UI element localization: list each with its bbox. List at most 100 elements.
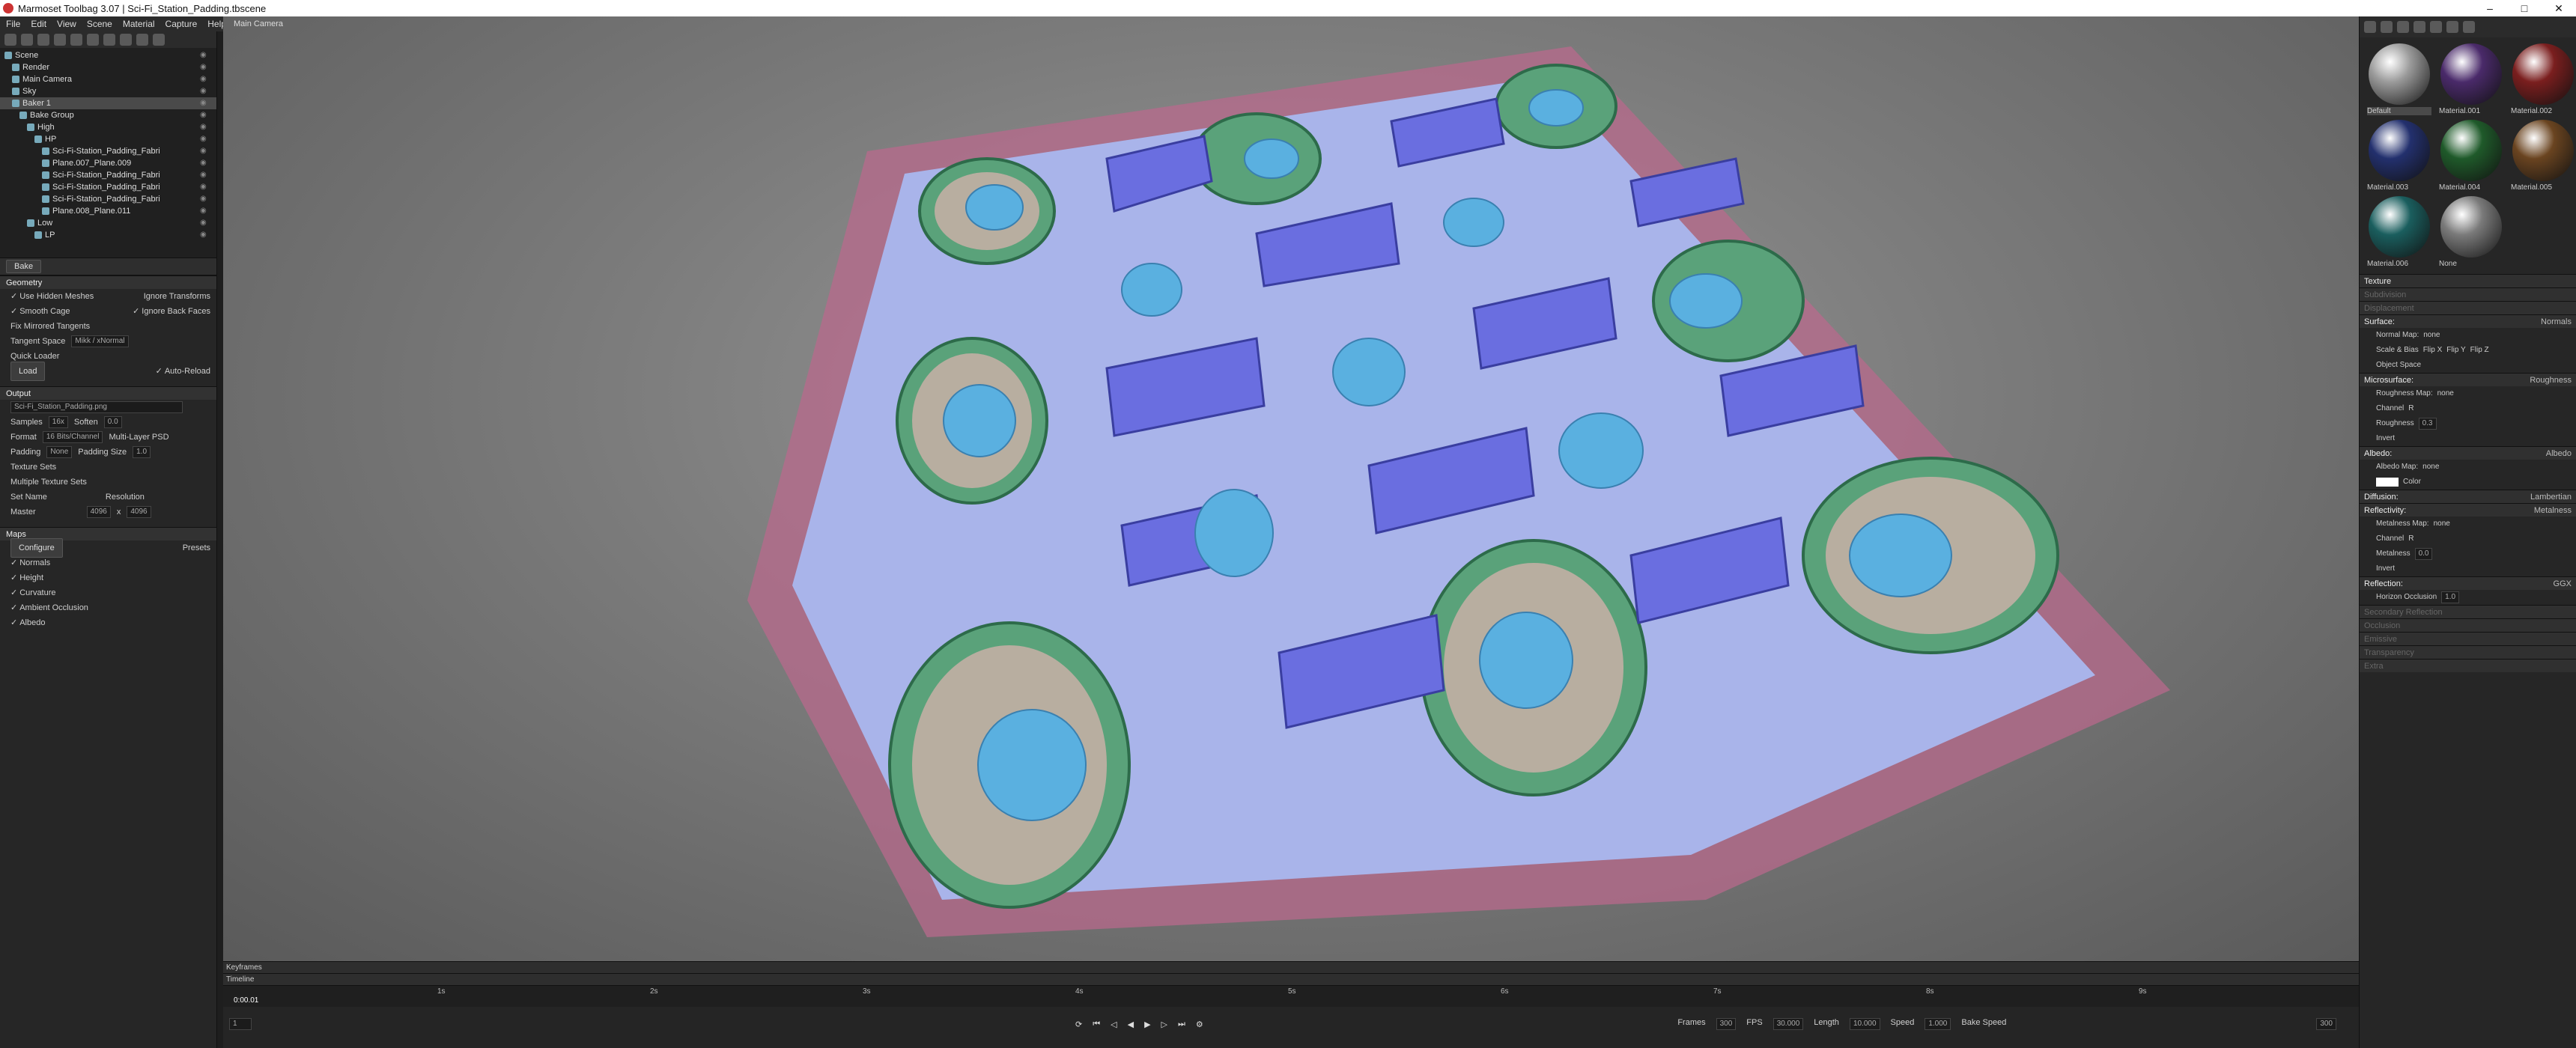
- scale-bias-checkbox[interactable]: Scale & Bias: [2376, 343, 2419, 358]
- flip-y-checkbox[interactable]: Flip Y: [2446, 343, 2465, 358]
- secondary-reflection-section[interactable]: Secondary Reflection: [2360, 605, 2576, 618]
- extra-section[interactable]: Extra: [2360, 659, 2576, 672]
- roughness-field[interactable]: 0.3: [2418, 418, 2437, 430]
- menu-view[interactable]: View: [57, 19, 76, 29]
- scene-tree-item[interactable]: Sci-Fi-Station_Padding_Fabri ◉: [0, 169, 216, 181]
- map-curvature-checkbox[interactable]: Curvature: [10, 585, 55, 600]
- visibility-icon[interactable]: ◉: [200, 217, 216, 229]
- bake-speed-checkbox[interactable]: Bake Speed: [1961, 1018, 2006, 1030]
- maximize-icon[interactable]: □: [2507, 2, 2542, 15]
- map-normals-checkbox[interactable]: Normals: [10, 555, 50, 570]
- texture-section[interactable]: Texture: [2360, 274, 2576, 287]
- material-swatch[interactable]: Material.004: [2437, 120, 2505, 192]
- samples-dropdown[interactable]: 16x: [48, 416, 68, 428]
- resolution-width-field[interactable]: 4096: [86, 506, 111, 518]
- soften-field[interactable]: 0.0: [103, 416, 122, 428]
- timeline-ruler[interactable]: 0:00.01 1s 2s 3s 4s 5s 6s 7s 8s 9s: [223, 986, 2359, 1007]
- texture-sets-label[interactable]: Texture Sets: [10, 460, 56, 475]
- tangent-space-dropdown[interactable]: Mikk / xNormal: [71, 335, 129, 347]
- ignore-back-faces-checkbox[interactable]: Ignore Back Faces: [133, 304, 210, 319]
- add-material-icon[interactable]: [2364, 21, 2376, 33]
- current-frame-field[interactable]: 1: [229, 1018, 252, 1030]
- menu-capture[interactable]: Capture: [165, 19, 198, 29]
- microsurface-section[interactable]: Microsurface: Roughness: [2360, 373, 2576, 386]
- prev-key-icon[interactable]: ◁: [1111, 1020, 1117, 1029]
- visibility-icon[interactable]: ◉: [200, 121, 216, 133]
- menu-scene[interactable]: Scene: [87, 19, 112, 29]
- albedo-color-swatch[interactable]: [2376, 478, 2399, 487]
- visibility-icon[interactable]: ◉: [200, 97, 216, 109]
- bake-button[interactable]: Bake: [6, 260, 42, 273]
- emissive-section[interactable]: Emissive: [2360, 632, 2576, 645]
- ignore-transforms-checkbox[interactable]: Ignore Transforms: [144, 289, 210, 304]
- output-file-field[interactable]: Sci-Fi_Station_Padding.png: [10, 401, 183, 413]
- 3d-viewport[interactable]: Main Camera: [223, 16, 2359, 961]
- scene-tree-item[interactable]: Sci-Fi-Station_Padding_Fabri ◉: [0, 145, 216, 157]
- visibility-icon[interactable]: ◉: [200, 85, 216, 97]
- scene-tree-item[interactable]: Sky ◉: [0, 85, 216, 97]
- loop-icon[interactable]: ⟳: [1075, 1020, 1082, 1029]
- format-dropdown[interactable]: 16 Bits/Channel: [42, 431, 103, 443]
- displacement-section[interactable]: Displacement: [2360, 301, 2576, 314]
- reflectivity-section[interactable]: Reflectivity: Metalness: [2360, 503, 2576, 517]
- import-material-icon[interactable]: [2397, 21, 2409, 33]
- albedo-map-value[interactable]: none: [2422, 460, 2439, 475]
- scene-tree-item[interactable]: Low ◉: [0, 217, 216, 229]
- map-ao-checkbox[interactable]: Ambient Occlusion: [10, 600, 88, 615]
- material-swatch[interactable]: Material.003: [2366, 120, 2433, 192]
- fix-mirrored-checkbox[interactable]: Fix Mirrored Tangents: [10, 319, 90, 334]
- speed-field[interactable]: 1.000: [1925, 1018, 1951, 1030]
- roughness-map-value[interactable]: none: [2437, 386, 2454, 401]
- multi-layer-checkbox[interactable]: Multi-Layer PSD: [109, 430, 168, 445]
- geometry-section-header[interactable]: Geometry: [0, 275, 216, 289]
- scene-tree-item[interactable]: LP ◉: [0, 229, 216, 241]
- add-group-icon[interactable]: [70, 34, 82, 46]
- use-hidden-checkbox[interactable]: Use Hidden Meshes: [10, 289, 94, 304]
- metalness-field[interactable]: 0.0: [2414, 548, 2433, 560]
- normal-map-value[interactable]: none: [2423, 328, 2440, 343]
- flip-z-checkbox[interactable]: Flip Z: [2470, 343, 2489, 358]
- scene-tree-item[interactable]: Plane.007_Plane.009 ◉: [0, 157, 216, 169]
- albedo-section[interactable]: Albedo: Albedo: [2360, 446, 2576, 460]
- padding-dropdown[interactable]: None: [46, 446, 73, 458]
- visibility-icon[interactable]: ◉: [200, 169, 216, 181]
- material-swatch[interactable]: Material.001: [2437, 43, 2505, 115]
- first-frame-icon[interactable]: ⏮: [1093, 1020, 1100, 1029]
- material-swatch[interactable]: Material.002: [2509, 43, 2576, 115]
- visibility-icon[interactable]: ◉: [200, 109, 216, 121]
- occlusion-section[interactable]: Occlusion: [2360, 618, 2576, 632]
- end-frame-field[interactable]: 300: [2316, 1018, 2336, 1030]
- scene-tree-item[interactable]: HP ◉: [0, 133, 216, 145]
- close-icon[interactable]: ✕: [2542, 2, 2576, 15]
- length-field[interactable]: 10.000: [1849, 1018, 1880, 1030]
- scene-tree-item[interactable]: Scene ◉: [0, 49, 216, 61]
- duplicate-icon[interactable]: [136, 34, 148, 46]
- smooth-cage-checkbox[interactable]: Smooth Cage: [10, 304, 70, 319]
- duplicate-material-icon[interactable]: [2381, 21, 2393, 33]
- export-material-icon[interactable]: [2414, 21, 2425, 33]
- material-swatch[interactable]: Material.006: [2366, 196, 2433, 268]
- subdivision-section[interactable]: Subdivision: [2360, 287, 2576, 301]
- transparency-section[interactable]: Transparency: [2360, 645, 2576, 659]
- metalness-map-value[interactable]: none: [2434, 517, 2450, 531]
- visibility-icon[interactable]: ◉: [200, 61, 216, 73]
- visibility-icon[interactable]: ◉: [200, 181, 216, 193]
- roughness-invert-checkbox[interactable]: Invert: [2376, 431, 2395, 446]
- frames-field[interactable]: 300: [1716, 1018, 1737, 1030]
- padding-size-field[interactable]: 1.0: [133, 446, 151, 458]
- add-object-icon[interactable]: [4, 34, 16, 46]
- prev-frame-icon[interactable]: ◀: [1128, 1020, 1134, 1029]
- map-albedo-checkbox[interactable]: Albedo: [10, 615, 45, 630]
- scene-tree-item[interactable]: High ◉: [0, 121, 216, 133]
- timeline-header[interactable]: Timeline: [223, 974, 2359, 986]
- reflection-section[interactable]: Reflection: GGX: [2360, 576, 2576, 590]
- presets-dropdown[interactable]: Presets: [183, 540, 210, 555]
- metalness-channel-dropdown[interactable]: R: [2408, 531, 2414, 546]
- auto-reload-checkbox[interactable]: Auto-Reload: [156, 364, 210, 379]
- fps-field[interactable]: 30.000: [1772, 1018, 1804, 1030]
- diffusion-section[interactable]: Diffusion: Lambertian: [2360, 490, 2576, 503]
- visibility-icon[interactable]: ◉: [200, 49, 216, 61]
- map-height-checkbox[interactable]: Height: [10, 570, 43, 585]
- visibility-icon[interactable]: ◉: [200, 205, 216, 217]
- minimize-icon[interactable]: –: [2473, 2, 2507, 15]
